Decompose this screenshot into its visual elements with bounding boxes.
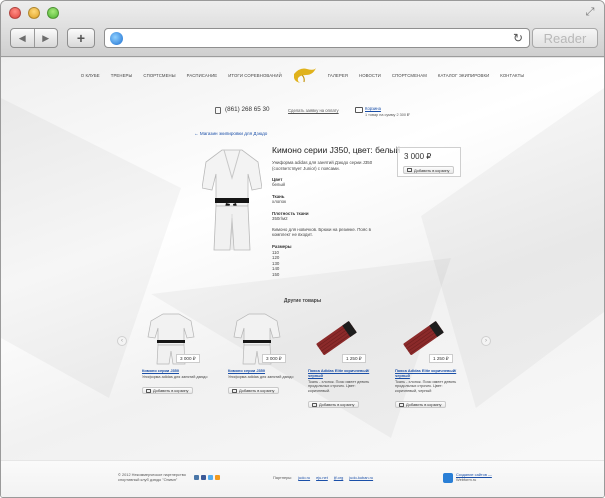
related-product-link[interactable]: Кимоно серии J350	[228, 368, 296, 374]
page-viewport: О КЛУБЕ ТРЕНЕРЫ СПОРТСМЕНЫ РАСПИСАНИЕ ИТОГИ …	[1, 58, 604, 497]
menu-left-group: О КЛУБЕ ТРЕНЕРЫ СПОРТСМЕНЫ РАСПИСАНИЕ ИТОГИ …	[81, 73, 282, 78]
phone-icon	[215, 107, 221, 114]
minimize-window-button[interactable]	[28, 7, 40, 19]
fullscreen-icon[interactable]: ⤢	[584, 6, 596, 18]
partner-link[interactable]: ijf.org	[334, 475, 344, 480]
related-add-to-cart-button[interactable]: Добавить в корзину	[142, 387, 193, 394]
product-prop-density: Плотность ткани 350г/м2	[272, 211, 309, 222]
related-description: Униформа adidas для занятий дзюдо	[142, 374, 208, 379]
add-bookmark-button[interactable]: +	[67, 28, 95, 48]
cart-link[interactable]: Корзина	[365, 106, 381, 111]
developer-logo-icon[interactable]	[443, 473, 453, 483]
cart-icon[interactable]	[355, 107, 363, 113]
product-image	[202, 149, 262, 251]
related-price: 3 000 ₽	[176, 354, 200, 363]
forward-button[interactable]: ▶	[33, 29, 58, 47]
related-price: 3 000 ₽	[262, 354, 286, 363]
globe-icon	[110, 32, 123, 45]
footer: © 2012 Некоммерческое партнерство спорти…	[1, 460, 604, 497]
cart-icon	[399, 402, 404, 407]
back-button[interactable]: ◀	[11, 29, 34, 47]
cart-icon	[146, 388, 151, 393]
cart-icon	[407, 168, 412, 172]
related-description: Ткань - хлопок. Пояс имеет девять продол…	[395, 379, 457, 393]
price-box: 3 000 ₽ Добавить в корзину	[397, 147, 461, 177]
partners-label: Партнеры:	[273, 475, 293, 480]
menu-item-right-1[interactable]: НОВОСТИ	[359, 73, 381, 78]
browser-window: ⤢ ◀ ▶ + ↻ Reader О КЛУБЕ ТРЕНЕРЫ СПОРТСМЕН…	[0, 0, 605, 498]
menu-item-left-3[interactable]: РАСПИСАНИЕ	[187, 73, 218, 78]
product-title: Кимоно серии J350, цвет: белый	[272, 145, 401, 155]
club-logo[interactable]	[292, 66, 318, 84]
address-bar[interactable]: ↻	[104, 28, 530, 48]
phone-number: (861) 268 65 30	[225, 106, 270, 113]
cart-icon	[312, 402, 317, 407]
developer-credit: Создание сайтов — Webform.ru	[456, 472, 492, 483]
carousel-prev-icon[interactable]: ‹	[117, 336, 127, 346]
related-description: Униформа adidas для занятий дзюдо	[228, 374, 294, 379]
related-product-link[interactable]: Пояса Adidas Elite коричневый/черный	[395, 368, 463, 379]
copyright: © 2012 Некоммерческое партнерство спорти…	[118, 472, 186, 482]
carousel-next-icon[interactable]: ›	[481, 336, 491, 346]
history-nav: ◀ ▶	[10, 28, 58, 48]
close-window-button[interactable]	[9, 7, 21, 19]
sizes-list: 110 120 130 140 150	[272, 250, 292, 278]
menu-item-right-4[interactable]: КОНТАКТЫ	[500, 73, 524, 78]
sizes-label: Размеры	[272, 244, 292, 249]
product-note: Кимоно для новичков. Брюки на резинке. П…	[272, 227, 371, 238]
menu-item-left-4[interactable]: ИТОГИ СОРЕВНОВАНИЙ	[228, 73, 282, 78]
related-add-to-cart-button[interactable]: Добавить в корзину	[395, 401, 446, 408]
reload-icon[interactable]: ↻	[513, 31, 523, 45]
menu-right-group: ГАЛЕРЕЯ НОВОСТИ СПОРТСМЕНАМ КАТАЛОГ ЭКИПИРО…	[328, 73, 524, 78]
menu-item-right-2[interactable]: СПОРТСМЕНАМ	[392, 73, 427, 78]
related-add-to-cart-button[interactable]: Добавить в корзину	[308, 401, 359, 408]
related-product-card[interactable]: 3 000 ₽ Кимоно серии J350 Униформа adidas …	[142, 313, 210, 413]
product-prop-color: Цвет белый	[272, 177, 285, 188]
menu-item-right-0[interactable]: ГАЛЕРЕЯ	[328, 73, 348, 78]
zoom-window-button[interactable]	[47, 7, 59, 19]
add-to-cart-button[interactable]: Добавить в корзину	[403, 166, 454, 174]
partner-link[interactable]: eju.net	[316, 475, 328, 480]
developer-name: Webform.ru	[456, 476, 477, 482]
related-product-link[interactable]: Кимоно серии J350	[142, 368, 210, 374]
menu-item-left-0[interactable]: О КЛУБЕ	[81, 73, 100, 78]
related-product-link[interactable]: Пояса Adidas Elite коричневый/черный	[308, 368, 376, 379]
twitter-icon[interactable]	[208, 475, 213, 480]
main-menu: О КЛУБЕ ТРЕНЕРЫ СПОРТСМЕНЫ РАСПИСАНИЕ ИТОГИ …	[1, 66, 604, 84]
partner-link[interactable]: judo.ru	[298, 475, 310, 480]
social-links	[194, 475, 220, 480]
product-price: 3 000 ₽	[404, 152, 432, 161]
related-description: Ткань - хлопок. Пояс имеет девять продол…	[308, 379, 370, 393]
menu-item-left-1[interactable]: ТРЕНЕРЫ	[111, 73, 133, 78]
related-product-card[interactable]: 1 250 ₽ Пояса Adidas Elite коричневый/чер…	[308, 313, 376, 413]
browser-toolbar: ⤢ ◀ ▶ + ↻ Reader	[1, 1, 604, 57]
back-to-shop-link[interactable]: ← Магазин экипировки для Дзюдо	[194, 131, 267, 136]
product-prop-fabric: Ткань хлопок	[272, 194, 286, 205]
related-add-to-cart-button[interactable]: Добавить в корзину	[228, 387, 279, 394]
reader-button[interactable]: Reader	[532, 28, 598, 48]
contact-row: (861) 268 65 30 Сделать заявку на оплату…	[215, 105, 415, 119]
cart-icon	[232, 388, 237, 393]
partner-link[interactable]: judo-kuban.ru	[349, 475, 373, 480]
related-product-card[interactable]: 3 000 ₽ Кимоно серии J350 Униформа adidas …	[228, 313, 296, 413]
related-product-card[interactable]: 1 250 ₽ Пояса Adidas Elite коричневый/чер…	[395, 313, 463, 413]
partners: Партнеры: judo.ru eju.net ijf.org judo-kuba…	[273, 475, 373, 480]
related-title: Другие товары	[283, 298, 322, 304]
vk-icon[interactable]	[194, 475, 199, 480]
callback-link[interactable]: Сделать заявку на оплату	[288, 108, 339, 113]
facebook-icon[interactable]	[201, 475, 206, 480]
menu-item-right-3[interactable]: КАТАЛОГ ЭКИПИРОВКИ	[438, 73, 489, 78]
related-price: 1 250 ₽	[429, 354, 453, 363]
product-description: Униформа adidas для занятий Дзюдо серии …	[272, 160, 373, 171]
size-option: 150	[272, 271, 280, 277]
mail-icon[interactable]	[215, 475, 220, 480]
product-sizes: Размеры 110 120 130 140 150	[272, 244, 292, 278]
menu-item-left-2[interactable]: СПОРТСМЕНЫ	[143, 73, 175, 78]
related-price: 1 250 ₽	[342, 354, 366, 363]
cart-summary: 1 товар на сумму 2 300 ₽	[365, 113, 410, 117]
